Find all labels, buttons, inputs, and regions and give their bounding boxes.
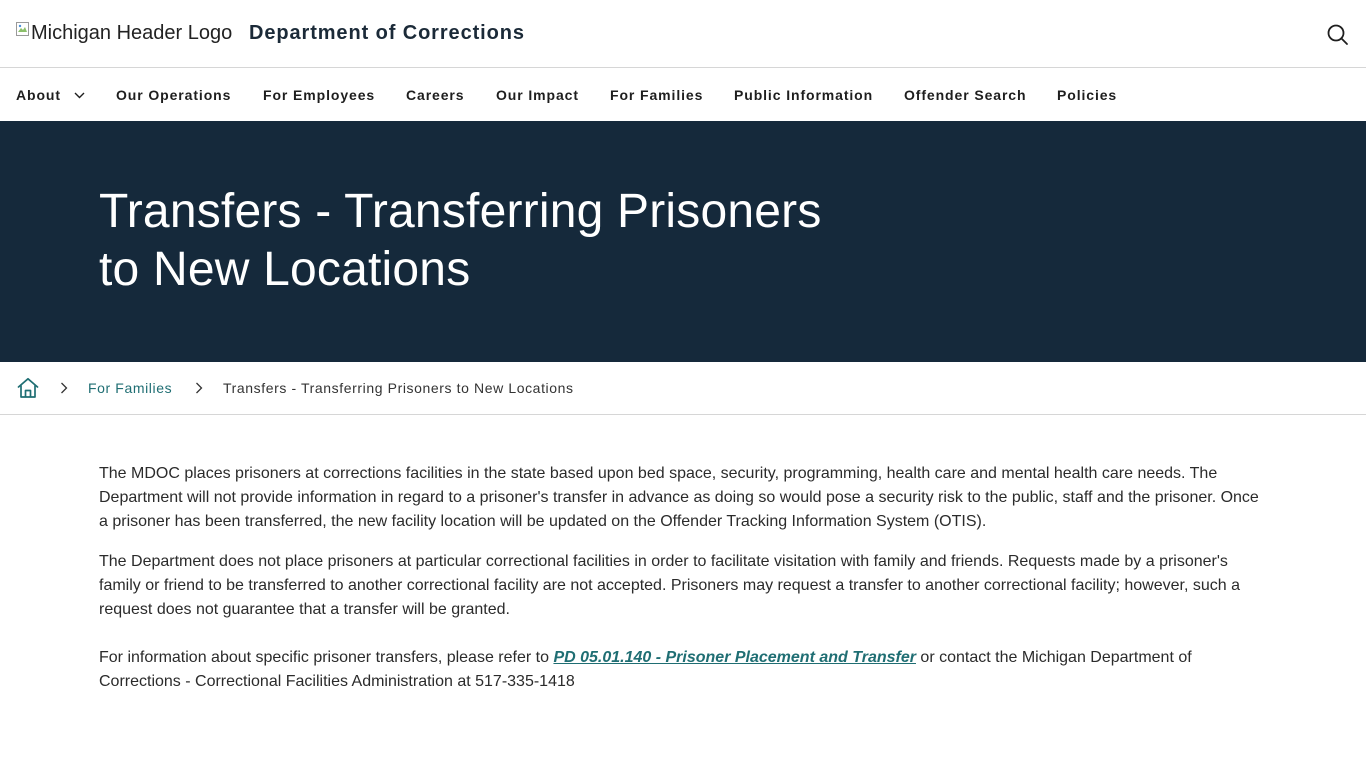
logo-alt-text: Michigan Header Logo <box>31 22 233 44</box>
chevron-right-icon <box>196 382 203 394</box>
paragraph-placement: The MDOC places prisoners at corrections… <box>99 465 1259 530</box>
nav-item-offender-search[interactable]: Offender Search <box>904 87 1026 103</box>
search-button[interactable] <box>1325 22 1351 48</box>
paragraph-more-info: For information about specific prisoner … <box>99 646 1269 694</box>
nav-item-for-families[interactable]: For Families <box>610 87 703 103</box>
breadcrumb-link-for-families[interactable]: For Families <box>88 380 172 396</box>
page-hero: Transfers - Transferring Prisoners to Ne… <box>0 121 1366 362</box>
site-title[interactable]: Department of Corrections <box>249 22 525 45</box>
paragraph-visitation: The Department does not place prisoners … <box>99 553 1240 618</box>
broken-image-icon <box>16 22 29 36</box>
site-header: Michigan Header Logo Department of Corre… <box>0 0 1366 68</box>
search-icon <box>1327 24 1348 45</box>
policy-directive-link[interactable]: PD 05.01.140 - Prisoner Placement and Tr… <box>553 649 916 666</box>
chevron-right-icon <box>61 382 68 394</box>
breadcrumb-current: Transfers - Transferring Prisoners to Ne… <box>223 380 574 396</box>
header-logo[interactable]: Michigan Header Logo <box>16 22 232 46</box>
nav-item-our-impact[interactable]: Our Impact <box>496 87 579 103</box>
nav-item-public-information[interactable]: Public Information <box>734 87 873 103</box>
nav-item-label: About <box>16 87 61 103</box>
home-icon <box>17 377 39 398</box>
nav-item-for-employees[interactable]: For Employees <box>263 87 375 103</box>
breadcrumb-home[interactable] <box>16 376 40 400</box>
chevron-down-icon <box>74 92 85 99</box>
more-info-text-before: For information about specific prisoner … <box>99 649 554 666</box>
nav-item-policies[interactable]: Policies <box>1057 87 1117 103</box>
breadcrumb: For Families Transfers - Transferring Pr… <box>0 362 1366 415</box>
nav-item-our-operations[interactable]: Our Operations <box>116 87 231 103</box>
main-content: The MDOC places prisoners at corrections… <box>99 462 1269 710</box>
main-nav: About Our Operations For Employees Caree… <box>0 69 1366 121</box>
nav-item-careers[interactable]: Careers <box>406 87 464 103</box>
nav-item-about[interactable]: About <box>16 87 85 103</box>
page-title: Transfers - Transferring Prisoners to Ne… <box>99 185 822 296</box>
